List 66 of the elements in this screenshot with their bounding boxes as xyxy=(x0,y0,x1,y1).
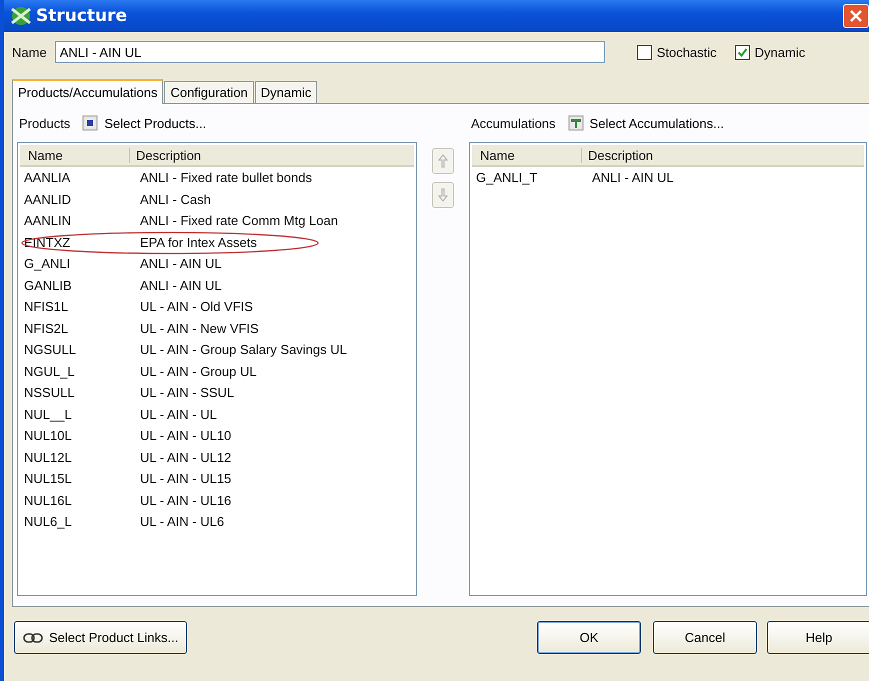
product-name: NUL10L xyxy=(23,428,73,444)
product-description: UL - AIN - Group UL xyxy=(139,364,257,379)
product-name: NFIS2L xyxy=(23,320,70,336)
link-icon xyxy=(23,632,43,642)
product-name: NGUL_L xyxy=(23,364,76,379)
product-name: NUL12L xyxy=(23,450,73,465)
product-description: UL - AIN - UL xyxy=(139,406,217,422)
arrow-down-icon xyxy=(437,188,449,202)
ok-button[interactable]: OK xyxy=(537,621,641,654)
product-name: NUL6_L xyxy=(23,514,73,530)
app-icon xyxy=(10,5,32,27)
product-description: ANLI - Fixed rate Comm Mtg Loan xyxy=(139,213,338,228)
select-product-links-button[interactable]: Select Product Links... xyxy=(14,621,188,654)
window-title: Structure xyxy=(36,6,128,26)
product-description: EPA for Intex Assets xyxy=(139,234,257,250)
table-icon xyxy=(568,115,584,131)
product-description: ANLI - Fixed rate bullet bonds xyxy=(139,170,312,186)
accumulations-label: Accumulations xyxy=(471,116,556,130)
product-name: AANLID xyxy=(23,192,72,207)
name-field[interactable]: ANLI - AIN UL xyxy=(54,41,605,63)
product-name: NFIS1L xyxy=(23,299,70,314)
check-icon xyxy=(736,46,748,58)
tab[interactable]: Products/Accumulations xyxy=(12,79,164,104)
option-checkbox[interactable]: Dynamic xyxy=(734,44,806,60)
accumulation-description: ANLI - AIN UL xyxy=(591,170,674,186)
product-name: GANLIB xyxy=(23,278,73,293)
column-header[interactable]: Name xyxy=(472,148,582,162)
product-name: AANLIN xyxy=(23,213,72,228)
accumulation-name: G_ANLI_T xyxy=(475,170,538,186)
product-name: NUL16L xyxy=(23,492,73,508)
product-description: UL - AIN - SSUL xyxy=(139,385,234,400)
close-button[interactable] xyxy=(843,4,869,28)
remove-button[interactable] xyxy=(432,182,454,208)
product-name: AANLIA xyxy=(23,170,72,186)
arrow-up-icon xyxy=(437,154,449,168)
product-name: NUL__L xyxy=(23,406,73,422)
product-name: NUL15L xyxy=(23,471,73,486)
product-description: UL - AIN - New VFIS xyxy=(139,320,259,336)
tab[interactable]: Dynamic xyxy=(254,81,318,103)
help-button[interactable]: Help xyxy=(767,621,869,654)
product-description: UL - AIN - Old VFIS xyxy=(139,299,253,314)
select-accumulations-button[interactable]: Select Accumulations... xyxy=(568,115,724,131)
column-header[interactable]: Name xyxy=(20,148,130,162)
products-label: Products xyxy=(19,116,70,130)
product-description: ANLI - Cash xyxy=(139,192,211,207)
product-description: ANLI - AIN UL xyxy=(139,278,222,293)
tab[interactable]: Configuration xyxy=(164,81,254,103)
product-description: UL - AIN - Group Salary Savings UL xyxy=(139,342,347,358)
product-name: G_ANLI xyxy=(23,256,72,272)
column-header[interactable]: Description xyxy=(582,148,654,162)
name-label: Name xyxy=(12,44,47,60)
product-name: NSSULL xyxy=(23,385,76,400)
product-description: UL - AIN - UL10 xyxy=(139,428,232,444)
select-icon xyxy=(82,115,98,131)
option-checkbox[interactable]: Stochastic xyxy=(636,44,717,60)
column-header[interactable]: Description xyxy=(130,148,202,162)
add-button[interactable] xyxy=(432,148,454,174)
close-icon xyxy=(849,9,863,23)
cancel-button[interactable]: Cancel xyxy=(653,621,757,654)
product-description: ANLI - AIN UL xyxy=(139,256,222,272)
product-description: UL - AIN - UL12 xyxy=(139,450,232,465)
product-name: NGSULL xyxy=(23,342,78,358)
product-description: UL - AIN - UL15 xyxy=(139,471,232,486)
product-description: UL - AIN - UL6 xyxy=(139,514,224,530)
select-products-button[interactable]: Select Products... xyxy=(82,115,206,131)
product-description: UL - AIN - UL16 xyxy=(139,492,232,508)
